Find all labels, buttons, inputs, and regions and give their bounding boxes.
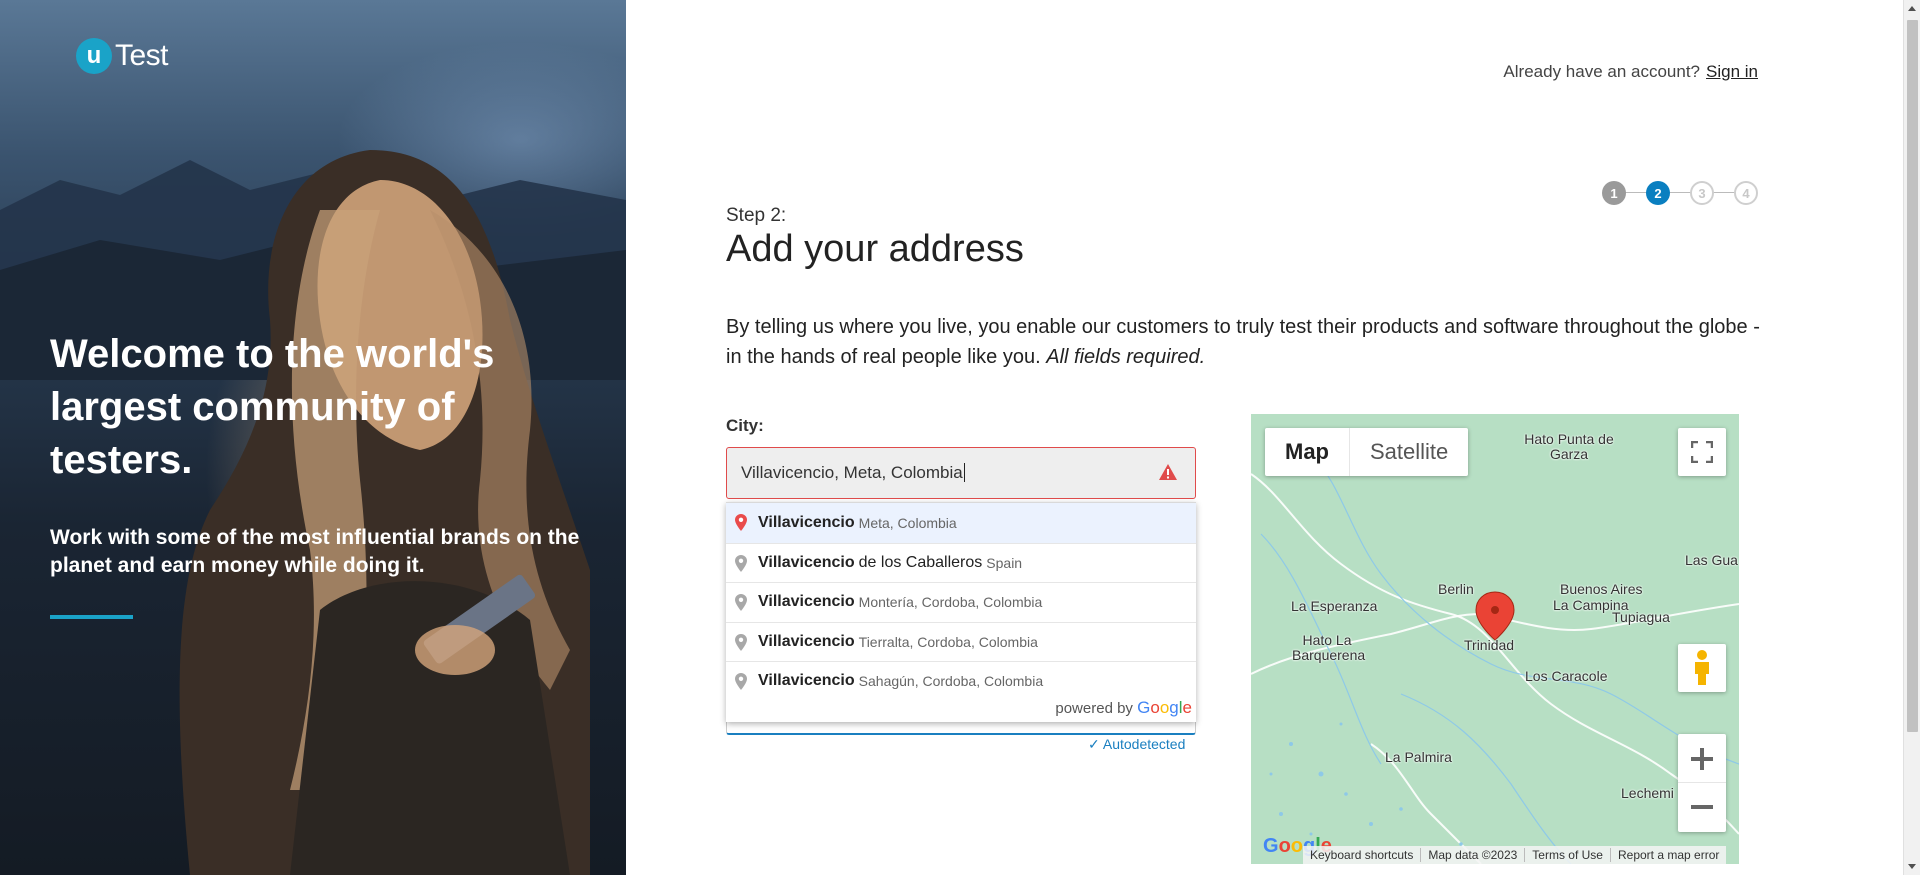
autodetected-note: ✓ Autodetected [1088,736,1186,752]
hero-accent-divider [50,615,133,619]
suggestion-secondary: Sahagún, Cordoba, Colombia [858,673,1044,690]
suggestion-main: Villavicencio [758,632,855,650]
hero-panel: u Test Welcome to the world's largest co… [0,0,626,875]
progress-stepper: 1 2 3 4 [1602,181,1760,205]
city-autocomplete-dropdown: Villavicencio Meta, Colombia Villavicenc… [726,502,1196,722]
plus-icon [1691,747,1713,770]
signin-prompt: Already have an account? Sign in [1503,62,1758,82]
sign-in-link[interactable]: Sign in [1706,62,1758,81]
street-view-button[interactable] [1678,644,1726,692]
warning-icon [1159,464,1177,480]
intro-body: By telling us where you live, you enable… [726,316,1760,368]
step-3: 3 [1690,181,1714,205]
map-label-hato-la: Hato La Barquerena [1292,632,1366,663]
step-4: 4 [1734,181,1758,205]
map-label-la-palmira: La Palmira [1385,749,1452,765]
step-1: 1 [1602,181,1626,205]
suggestion-item[interactable]: Villavicencio de los Caballeros Spain [726,542,1196,583]
scrollbar-thumb[interactable] [1907,20,1918,732]
location-pin-icon [735,633,747,651]
intro-text: By telling us where you live, you enable… [726,312,1766,372]
suggestion-main: Villavicencio [758,553,855,571]
pegman-icon [1695,650,1709,685]
map-label-la-esperanza: La Esperanza [1291,598,1378,614]
suggestion-item[interactable]: Villavicencio Montería, Cordoba, Colombi… [726,582,1196,622]
city-input[interactable]: Villavicencio, Meta, Colombia​ [726,447,1196,499]
logo-mark: u [76,38,112,74]
map-type-toggle: Map Satellite [1265,428,1469,476]
map-label-buenos-aires: Buenos Aires [1560,581,1643,597]
text-cursor: ​ [963,463,965,482]
zoom-controls [1678,734,1726,832]
account-question: Already have an account? [1503,62,1701,81]
suggestion-main: Villavicencio [758,513,855,531]
hero-title: Welcome to the world's largest community… [50,332,495,482]
report-map-error-link[interactable]: Report a map error [1609,848,1726,862]
suggestion-rest: de los Caballeros [858,553,983,571]
location-pin-icon [735,594,747,611]
map-marker-icon[interactable] [1475,591,1515,641]
suggestion-secondary: Meta, Colombia [858,514,957,531]
zoom-out-button[interactable] [1678,783,1726,831]
satellite-view-button[interactable]: Satellite [1350,428,1468,476]
location-pin-icon [735,673,747,690]
powered-by-google: powered by Google [1055,698,1192,718]
keyboard-shortcuts-link[interactable]: Keyboard shortcuts [1303,848,1420,862]
terms-of-use-link[interactable]: Terms of Use [1524,848,1610,862]
required-note: All fields required. [1046,346,1206,368]
map-label-berlin: Berlin [1438,581,1474,597]
map-label-tupiagua: Tupiagua [1612,609,1670,625]
fullscreen-button[interactable] [1678,428,1726,476]
suggestion-item[interactable]: Villavicencio Meta, Colombia [726,503,1196,543]
autodetected-label: Autodetected [1102,736,1186,752]
utest-logo[interactable]: u Test [76,38,169,74]
location-pin-icon [735,554,747,572]
city-input-value: Villavicencio, Meta, Colombia [741,463,963,482]
stepper-track [1624,192,1740,193]
powered-by-label: powered by [1055,700,1133,717]
suggestion-item[interactable]: Villavicencio Sahagún, Cordoba, Colombia [726,661,1196,701]
suggestion-secondary: Montería, Cordoba, Colombia [858,594,1043,611]
location-pin-icon [735,514,747,531]
suggestion-secondary: Spain [986,554,1023,571]
scroll-up-arrow-icon[interactable] [1908,6,1916,11]
suggestion-item[interactable]: Villavicencio Tierralta, Cordoba, Colomb… [726,621,1196,662]
map-label-lechemi: Lechemi [1621,785,1674,801]
suggestion-main: Villavicencio [758,593,855,611]
map-label-trinidad: Trinidad [1464,637,1515,653]
map-label-hato-punta: Hato Punta de Garza [1524,431,1614,462]
fullscreen-icon [1691,441,1713,463]
location-map[interactable]: Map Satellite Hato Punta de Garza Las Gu… [1251,414,1739,864]
step-label: Step 2: [726,205,787,226]
map-label-las-gua: Las Gua [1685,552,1738,568]
minus-icon [1691,805,1713,809]
page-title: Add your address [726,228,1024,270]
scroll-down-arrow-icon[interactable] [1908,864,1916,869]
zoom-in-button[interactable] [1678,735,1726,783]
map-data-attribution: Map data ©2023 [1420,848,1524,862]
suggestion-secondary: Tierralta, Cordoba, Colombia [858,633,1038,650]
suggestion-main: Villavicencio [758,672,855,690]
city-label: City: [726,416,764,435]
hero-subtitle: Work with some of the most influential b… [50,526,580,577]
google-wordmark: Google [1137,698,1192,717]
map-view-button[interactable]: Map [1265,428,1350,476]
step-2: 2 [1646,181,1670,205]
map-footer: Keyboard shortcuts Map data ©2023 Terms … [1303,846,1727,864]
logo-wordmark: Test [115,39,169,72]
person-with-phone-image [179,150,590,875]
map-label-los-caracoles: Los Caracole [1525,668,1608,684]
page-scrollbar[interactable] [1903,0,1920,875]
